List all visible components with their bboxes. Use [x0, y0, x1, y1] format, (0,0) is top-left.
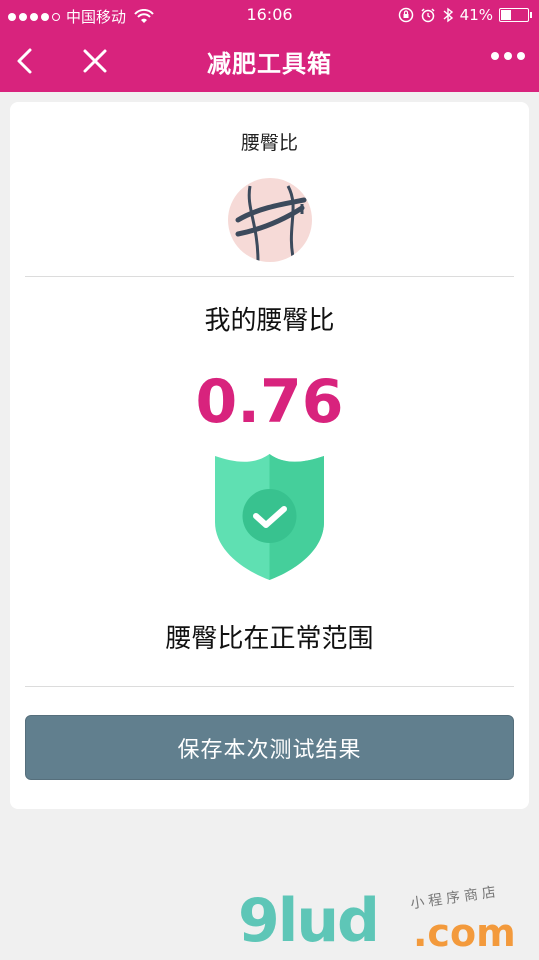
result-card: 腰臀比 我的腰臀比 0.76 腰臀比在正常范围 保存本次测试结果	[10, 102, 529, 809]
watermark-domain: .com	[413, 911, 516, 955]
alarm-icon	[421, 8, 435, 23]
battery-icon	[499, 8, 532, 22]
bluetooth-icon	[443, 7, 453, 23]
watermark: 9lud .com 小程序商店	[238, 884, 528, 957]
watermark-logo: 9lud	[238, 886, 380, 956]
result-label: 我的腰臀比	[204, 306, 335, 336]
result-value: 0.76	[195, 367, 344, 437]
battery-percent: 41%	[459, 6, 493, 24]
status-right: 41%	[398, 6, 532, 24]
nav-bar: 减肥工具箱	[0, 30, 539, 92]
status-text: 腰臀比在正常范围	[165, 624, 374, 654]
status-bar: 中国移动 16:06 41%	[0, 0, 539, 30]
save-result-button[interactable]: 保存本次测试结果	[25, 715, 514, 780]
more-dots-icon[interactable]	[491, 52, 525, 60]
waist-measure-icon	[228, 178, 312, 262]
divider-top	[25, 276, 514, 277]
lock-rotation-icon	[398, 7, 413, 23]
shield-check-icon	[215, 454, 324, 580]
divider-bottom	[25, 686, 514, 687]
tool-title: 腰臀比	[240, 132, 298, 154]
page-title: 减肥工具箱	[207, 50, 332, 78]
